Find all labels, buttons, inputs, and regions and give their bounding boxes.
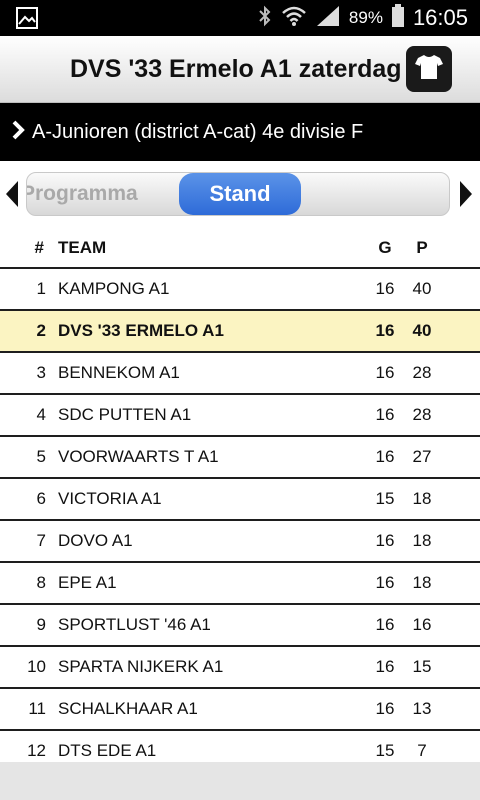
games-cell: 16	[375, 699, 395, 718]
rank-cell: 9	[36, 615, 46, 634]
games-cell: 16	[375, 657, 395, 676]
column-header-rank: #	[34, 238, 44, 257]
team-cell: DVS '33 ERMELO A1	[58, 321, 224, 340]
page-title: DVS '33 Ermelo A1 zaterdag	[70, 55, 402, 83]
team-cell: BENNEKOM A1	[58, 363, 180, 382]
games-cell: 16	[375, 615, 395, 634]
points-cell: 15	[412, 657, 432, 676]
battery-percentage: 89%	[348, 8, 383, 27]
battery-icon	[391, 3, 405, 33]
rank-cell: 3	[36, 363, 46, 382]
points-cell: 40	[412, 279, 432, 298]
games-cell: 16	[375, 321, 395, 340]
points-cell: 28	[412, 405, 432, 424]
rank-cell: 10	[27, 657, 46, 676]
table-row[interactable]: 2 DVS '33 ERMELO A1 16 40	[0, 311, 480, 353]
table-row[interactable]: 5 VOORWAARTS T A1 16 27	[0, 437, 480, 479]
shirt-icon	[414, 53, 444, 86]
points-cell: 27	[412, 447, 432, 466]
team-cell: KAMPONG A1	[58, 279, 170, 298]
games-cell: 16	[375, 279, 395, 298]
points-cell: 16	[412, 615, 432, 634]
bottom-area	[0, 762, 480, 800]
standings-table: # TEAM G P 1 KAMPONG A1 16 40 2 DVS '33 ERMEL…	[0, 228, 480, 773]
team-shirt-button[interactable]	[406, 46, 452, 92]
chevron-right-icon	[4, 119, 32, 146]
rank-cell: 5	[36, 447, 46, 466]
clock: 16:05	[412, 5, 468, 30]
games-cell: 16	[375, 405, 395, 424]
team-cell: VICTORIA A1	[58, 489, 162, 508]
rank-cell: 7	[36, 531, 46, 550]
column-header-games: G	[378, 238, 392, 257]
tab-programma[interactable]: Programma	[27, 173, 138, 215]
table-row[interactable]: 7 DOVO A1 16 18	[0, 521, 480, 563]
points-cell: 18	[412, 489, 432, 508]
table-row[interactable]: 6 VICTORIA A1 15 18	[0, 479, 480, 521]
column-header-points: P	[416, 238, 428, 257]
games-cell: 16	[375, 531, 395, 550]
points-cell: 18	[412, 573, 432, 592]
table-row[interactable]: 1 KAMPONG A1 16 40	[0, 269, 480, 311]
table-row[interactable]: 3 BENNEKOM A1 16 28	[0, 353, 480, 395]
team-cell: SPORTLUST '46 A1	[58, 615, 211, 634]
gallery-icon	[16, 7, 38, 34]
rank-cell: 2	[36, 321, 46, 340]
bluetooth-icon	[257, 4, 273, 33]
segmented-control: Programma Stand	[26, 172, 450, 216]
rank-cell: 11	[28, 699, 46, 718]
arrow-right-icon[interactable]	[460, 181, 472, 212]
table-header: # TEAM G P	[0, 228, 480, 269]
team-cell: SDC PUTTEN A1	[58, 405, 192, 424]
division-selector[interactable]: A-Junioren (district A-cat) 4e divisie F	[0, 103, 480, 161]
division-label: A-Junioren (district A-cat) 4e divisie F	[32, 120, 364, 143]
tab-bar: Programma Stand	[0, 161, 480, 229]
games-cell: 16	[375, 447, 395, 466]
games-cell: 15	[375, 489, 395, 508]
points-cell: 18	[412, 531, 432, 550]
rank-cell: 1	[36, 279, 46, 298]
team-cell: DOVO A1	[58, 531, 133, 550]
table-row[interactable]: 11 SCHALKHAAR A1 16 13	[0, 689, 480, 731]
points-cell: 28	[412, 363, 432, 382]
signal-icon	[315, 5, 341, 32]
column-header-team: TEAM	[58, 238, 107, 257]
table-row[interactable]: 10 SPARTA NIJKERK A1 16 15	[0, 647, 480, 689]
team-cell: SPARTA NIJKERK A1	[58, 657, 224, 676]
app-header: DVS '33 Ermelo A1 zaterdag	[0, 36, 480, 103]
table-row[interactable]: 4 SDC PUTTEN A1 16 28	[0, 395, 480, 437]
team-cell: VOORWAARTS T A1	[58, 447, 219, 466]
points-cell: 40	[412, 321, 432, 340]
team-cell: SCHALKHAAR A1	[58, 699, 198, 718]
games-cell: 16	[375, 363, 395, 382]
points-cell: 13	[412, 699, 432, 718]
games-cell: 16	[375, 573, 395, 592]
rank-cell: 8	[36, 573, 46, 592]
team-cell: EPE A1	[58, 573, 117, 592]
status-bar: 89% 16:05	[0, 0, 480, 36]
rank-cell: 4	[36, 405, 46, 424]
tab-stand[interactable]: Stand	[179, 173, 301, 215]
table-row[interactable]: 9 SPORTLUST '46 A1 16 16	[0, 605, 480, 647]
arrow-left-icon[interactable]	[6, 181, 18, 212]
wifi-icon	[281, 5, 307, 32]
rank-cell: 6	[36, 489, 46, 508]
table-row[interactable]: 8 EPE A1 16 18	[0, 563, 480, 605]
